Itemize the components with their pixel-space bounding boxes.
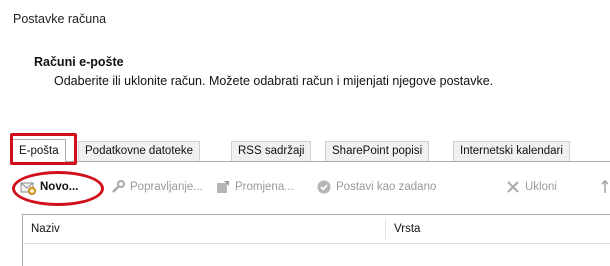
remove-button[interactable]: Ukloni (505, 176, 557, 198)
repair-button[interactable]: Popravljanje... (110, 176, 203, 198)
tab-rss-feeds[interactable]: RSS sadržaji (231, 141, 312, 161)
column-header-type[interactable]: Vrsta (386, 215, 420, 243)
set-default-label: Postavi kao zadano (336, 181, 437, 193)
tab-data-files[interactable]: Podatkovne datoteke (78, 141, 201, 161)
column-header-name[interactable]: Naziv (23, 215, 60, 243)
tab-internet-calendars[interactable]: Internetski kalendari (453, 141, 570, 161)
section-description: Odaberite ili uklonite račun. Možete oda… (54, 74, 494, 88)
change-label: Promjena... (235, 181, 294, 193)
change-icon (215, 179, 231, 195)
remove-label: Ukloni (525, 181, 557, 193)
accounts-list[interactable]: Naziv Vrsta (22, 214, 610, 266)
section-heading: Računi e-pošte (34, 55, 124, 69)
list-header: Naziv Vrsta (23, 215, 610, 244)
new-account-label: Novo... (40, 181, 79, 193)
tab-sharepoint-lists[interactable]: SharePoint popisi (325, 141, 430, 161)
new-account-icon (20, 179, 36, 195)
tab-rss-feeds-label: RSS sadržaji (238, 145, 305, 157)
dialog-title: Postavke računa (13, 12, 107, 26)
change-button[interactable]: Promjena... (215, 176, 294, 198)
tab-email-label: E-pošta (19, 145, 59, 157)
wrench-icon (110, 179, 126, 195)
checkmark-circle-icon (316, 179, 332, 195)
tab-internet-calendars-label: Internetski kalendari (460, 145, 563, 157)
new-account-button[interactable]: Novo... (20, 176, 78, 198)
move-up-icon[interactable] (600, 176, 610, 198)
tab-data-files-label: Podatkovne datoteke (85, 145, 194, 157)
tab-email[interactable]: E-pošta (12, 139, 66, 162)
set-default-button[interactable]: Postavi kao zadano (316, 176, 436, 198)
tab-strip: E-pošta Podatkovne datoteke RSS sadržaji… (12, 139, 610, 162)
repair-label: Popravljanje... (130, 181, 203, 193)
tab-sharepoint-lists-label: SharePoint popisi (332, 145, 423, 157)
close-icon (505, 179, 521, 195)
account-toolbar: Novo... Popravljanje... Promjena... Post… (12, 176, 610, 198)
